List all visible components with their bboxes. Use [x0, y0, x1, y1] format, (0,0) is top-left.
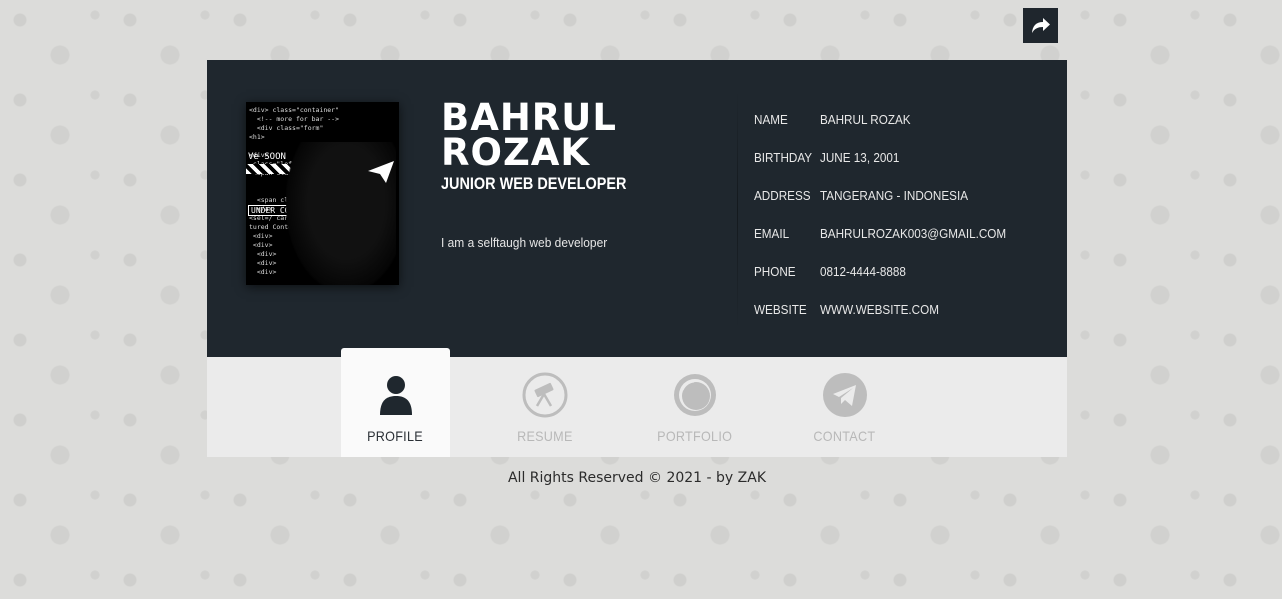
info-label: PHONE	[754, 264, 796, 279]
info-divider	[737, 90, 738, 330]
tab-label: RESUME	[516, 428, 573, 444]
info-label: WEBSITE	[754, 302, 807, 317]
tab-label: PORTFOLIO	[656, 428, 733, 444]
telescope-icon	[522, 372, 568, 418]
info-value: WWW.WEBSITE.COM	[820, 302, 939, 317]
last-name: ROZAK	[441, 131, 591, 174]
tab-label: PROFILE	[367, 428, 424, 444]
photo-soon-text: Ve SOON	[248, 152, 286, 162]
user-icon	[373, 372, 419, 418]
profile-name: BAHRUL ROZAK	[441, 96, 701, 174]
profile-card: <div> class="container" <!-- more for ba…	[207, 60, 1067, 457]
tab-resume[interactable]: RESUME	[490, 348, 599, 457]
info-row-phone: PHONE 0812-4444-8888	[754, 264, 1027, 302]
info-list: NAME BAHRUL ROZAK BIRTHDAY JUNE 13, 2001…	[754, 112, 1027, 340]
first-name: BAHRUL	[441, 96, 617, 139]
info-row-birthday: BIRTHDAY JUNE 13, 2001	[754, 150, 1027, 188]
footer-copyright: All Rights Reserved © 2021 - by ZAK	[507, 470, 767, 486]
job-title: JUNIOR WEB DEVELOPER	[441, 174, 627, 193]
info-value: BAHRULROZAK003@GMAIL.COM	[820, 226, 1007, 241]
info-row-name: NAME BAHRUL ROZAK	[754, 112, 1027, 150]
section-nav: PROFILE RESUME PORTFOLIO CONTACT	[207, 348, 1067, 457]
info-value: TANGERANG - INDONESIA	[820, 188, 969, 203]
info-label: BIRTHDAY	[754, 150, 813, 165]
tab-portfolio[interactable]: PORTFOLIO	[640, 348, 749, 457]
info-value: 0812-4444-8888	[820, 264, 906, 279]
info-row-address: ADDRESS TANGERANG - INDONESIA	[754, 188, 1027, 226]
info-label: ADDRESS	[754, 188, 811, 203]
photo-plane-graphic	[368, 161, 394, 183]
info-label: NAME	[754, 112, 788, 127]
profile-photo: <div> class="container" <!-- more for ba…	[246, 102, 399, 285]
info-row-email: EMAIL BAHRULROZAK003@GMAIL.COM	[754, 226, 1027, 264]
tab-label: CONTACT	[813, 428, 876, 444]
info-row-website: WEBSITE WWW.WEBSITE.COM	[754, 302, 1027, 340]
profile-bio: I am a selftaugh web developer	[441, 235, 608, 250]
lens-icon	[672, 372, 718, 418]
info-value: BAHRUL ROZAK	[820, 112, 911, 127]
info-value: JUNE 13, 2001	[820, 150, 900, 165]
profile-header: <div> class="container" <!-- more for ba…	[207, 60, 1067, 357]
share-button[interactable]	[1023, 8, 1058, 43]
info-label: EMAIL	[754, 226, 790, 241]
tab-contact[interactable]: CONTACT	[790, 348, 899, 457]
tab-profile[interactable]: PROFILE	[341, 348, 450, 457]
share-icon	[1031, 17, 1050, 33]
paper-plane-icon	[822, 372, 868, 418]
